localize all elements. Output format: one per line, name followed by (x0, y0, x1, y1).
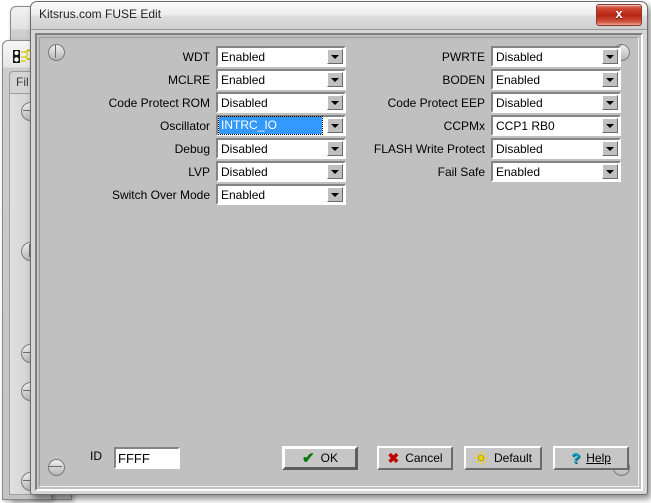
screen: Fil Kitsrus.com FUSE Edit x (0, 0, 651, 503)
chevron-down-icon[interactable] (327, 187, 343, 202)
label-code-protect-rom: Code Protect ROM (102, 96, 216, 110)
chevron-down-icon[interactable] (602, 141, 618, 156)
combo-value-code-protect-eep: Disabled (496, 96, 543, 110)
combo-wdt[interactable]: Enabled (216, 46, 346, 67)
label-boden: BODEN (345, 73, 491, 87)
label-pwrte: PWRTE (345, 50, 491, 64)
close-icon: x (597, 5, 641, 25)
combo-value-ccpmx: CCP1 RB0 (496, 119, 555, 133)
dialog-title-bar[interactable]: Kitsrus.com FUSE Edit x (31, 2, 647, 30)
default-button[interactable]: Default (464, 446, 542, 470)
combo-value-oscillator: INTRC_IO (219, 117, 322, 134)
yellow-sun-icon (474, 451, 488, 465)
field-row-wdt: WDT Enabled (102, 46, 346, 67)
chevron-down-icon[interactable] (327, 141, 343, 156)
combo-debug[interactable]: Disabled (216, 138, 346, 159)
chevron-down-icon[interactable] (327, 164, 343, 179)
combo-mclre[interactable]: Enabled (216, 69, 346, 90)
combo-value-mclre: Enabled (221, 73, 265, 87)
field-row-fail-safe: Fail Safe Enabled (345, 161, 621, 182)
label-code-protect-eep: Code Protect EEP (345, 96, 491, 110)
cyan-question-icon: ? (571, 451, 580, 466)
close-button[interactable]: x (596, 4, 642, 26)
label-mclre: MCLRE (102, 73, 216, 87)
field-row-debug: Debug Disabled (102, 138, 346, 159)
combo-value-pwrte: Disabled (496, 50, 543, 64)
label-oscillator: Oscillator (102, 119, 216, 133)
field-row-pwrte: PWRTE Disabled (345, 46, 621, 67)
label-ccpmx: CCPMx (345, 119, 491, 133)
cancel-button[interactable]: ✖ Cancel (377, 446, 453, 470)
id-label: ID (90, 449, 102, 463)
combo-value-lvp: Disabled (221, 165, 268, 179)
fuse-edit-dialog: Kitsrus.com FUSE Edit x WDT Enabled (30, 1, 648, 495)
help-button-label: Help (586, 451, 611, 465)
chevron-down-icon[interactable] (327, 118, 343, 133)
combo-switch-over-mode[interactable]: Enabled (216, 184, 346, 205)
default-button-label: Default (494, 451, 532, 465)
combo-boden[interactable]: Enabled (491, 69, 621, 90)
ok-button[interactable]: ✔ OK (282, 446, 358, 470)
field-row-oscillator: Oscillator INTRC_IO (102, 115, 346, 136)
combo-value-wdt: Enabled (221, 50, 265, 64)
field-row-flash-write-protect: FLASH Write Protect Disabled (345, 138, 621, 159)
chip-icon (12, 49, 32, 65)
label-switch-over-mode: Switch Over Mode (102, 188, 216, 202)
combo-value-switch-over-mode: Enabled (221, 188, 265, 202)
label-wdt: WDT (102, 50, 216, 64)
label-flash-write-protect: FLASH Write Protect (345, 142, 491, 156)
label-debug: Debug (102, 142, 216, 156)
label-fail-safe: Fail Safe (345, 165, 491, 179)
field-row-code-protect-eep: Code Protect EEP Disabled (345, 92, 621, 113)
field-row-code-protect-rom: Code Protect ROM Disabled (102, 92, 346, 113)
combo-value-flash-write-protect: Disabled (496, 142, 543, 156)
cancel-button-label: Cancel (405, 451, 442, 465)
chevron-down-icon[interactable] (327, 72, 343, 87)
chevron-down-icon[interactable] (602, 164, 618, 179)
chevron-down-icon[interactable] (602, 49, 618, 64)
combo-flash-write-protect[interactable]: Disabled (491, 138, 621, 159)
combo-code-protect-rom[interactable]: Disabled (216, 92, 346, 113)
field-row-ccpmx: CCPMx CCP1 RB0 (345, 115, 621, 136)
anchor-top-left-icon (48, 44, 65, 61)
chevron-down-icon[interactable] (602, 95, 618, 110)
combo-ccpmx[interactable]: CCP1 RB0 (491, 115, 621, 136)
combo-fail-safe[interactable]: Enabled (491, 161, 621, 182)
fuse-form-panel: WDT Enabled MCLRE Enabled Code Protect R… (39, 37, 639, 487)
red-x-icon: ✖ (387, 451, 399, 465)
combo-code-protect-eep[interactable]: Disabled (491, 92, 621, 113)
chevron-down-icon[interactable] (602, 118, 618, 133)
field-row-mclre: MCLRE Enabled (102, 69, 346, 90)
combo-oscillator[interactable]: INTRC_IO (216, 115, 346, 136)
combo-lvp[interactable]: Disabled (216, 161, 346, 182)
chevron-down-icon[interactable] (602, 72, 618, 87)
field-row-boden: BODEN Enabled (345, 69, 621, 90)
chevron-down-icon[interactable] (327, 49, 343, 64)
combo-value-debug: Disabled (221, 142, 268, 156)
anchor-bottom-left-icon (48, 459, 65, 476)
id-input[interactable] (114, 447, 180, 469)
field-row-switch-over-mode: Switch Over Mode Enabled (102, 184, 346, 205)
combo-value-boden: Enabled (496, 73, 540, 87)
field-row-lvp: LVP Disabled (102, 161, 346, 182)
chevron-down-icon[interactable] (327, 95, 343, 110)
combo-pwrte[interactable]: Disabled (491, 46, 621, 67)
combo-value-fail-safe: Enabled (496, 165, 540, 179)
help-button[interactable]: ? Help (553, 446, 629, 470)
dialog-client-area: WDT Enabled MCLRE Enabled Code Protect R… (35, 33, 643, 491)
combo-value-code-protect-rom: Disabled (221, 96, 268, 110)
dialog-title: Kitsrus.com FUSE Edit (39, 7, 161, 21)
label-lvp: LVP (102, 165, 216, 179)
green-check-icon: ✔ (302, 451, 315, 466)
ok-button-label: OK (321, 451, 338, 465)
